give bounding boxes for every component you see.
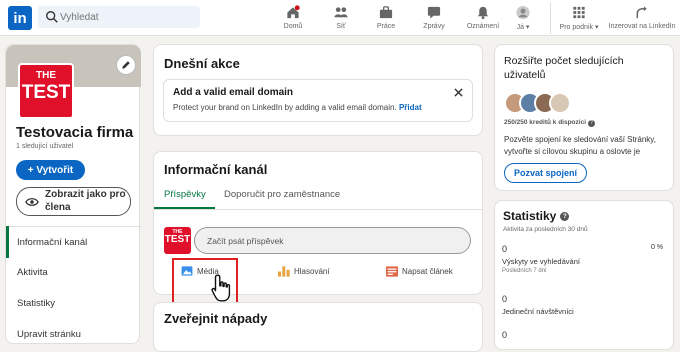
nav-label-network: Síť	[336, 23, 346, 30]
tab-posts[interactable]: Příspěvky	[164, 189, 206, 200]
top-navigation-bar: in Domů Síť Práce Zprávy Oznámení Já ▾ P…	[0, 0, 680, 36]
company-logo-text-top: THE	[36, 70, 56, 81]
tabs-divider	[154, 209, 482, 210]
messages-icon	[427, 6, 441, 19]
statistics-period: Aktivita za posledních 30 dnů	[503, 226, 588, 233]
nav-label-jobs: Práce	[376, 23, 396, 30]
credits-count: 250/250 kreditů k dispozici	[504, 119, 587, 126]
search-input[interactable]	[60, 6, 196, 28]
sidebar-item-feed[interactable]: Informační kanál	[17, 237, 87, 248]
close-icon[interactable]	[454, 88, 463, 97]
nav-label-for-business: Pro podnik ▾	[559, 24, 599, 31]
nav-label-me: Já ▾	[516, 24, 530, 31]
nav-me[interactable]: Já ▾	[512, 0, 534, 36]
sidebar-item-edit-page[interactable]: Upravit stránku	[17, 329, 81, 340]
edit-page-button[interactable]	[116, 55, 136, 75]
company-name: Testovacia firma	[16, 124, 134, 141]
credits-info: 250/250 kreditů k dispozici ?	[504, 119, 595, 127]
search-appearances-period: Posledních 7 dní	[502, 268, 547, 274]
linkedin-logo[interactable]: in	[8, 6, 32, 30]
unique-visitors-label[interactable]: Jedineční návštěvníci	[502, 307, 574, 316]
unique-visitors-value: 0	[502, 294, 508, 304]
suggested-avatar	[549, 92, 571, 114]
email-domain-notice: Add a valid email domain Protect your br…	[163, 79, 473, 122]
sidebar-item-analytics[interactable]: Statistiky	[17, 298, 55, 309]
help-icon[interactable]: ?	[560, 211, 570, 221]
company-sidebar: THE TEST Testovacia firma 1 sledující už…	[5, 44, 141, 344]
view-as-member-label-2: člena	[45, 201, 71, 213]
nav-jobs[interactable]: Práce	[372, 0, 400, 36]
notice-title: Add a valid email domain	[173, 87, 294, 98]
search-box[interactable]	[38, 6, 200, 28]
network-icon	[334, 7, 348, 18]
search-icon	[46, 11, 58, 23]
nav-advertise[interactable]: Inzerovat na LinkedIn	[606, 0, 678, 36]
grow-description-line-2: vytvořte si cílovou skupinu a oslovte je	[504, 146, 641, 156]
search-appearances-change: 0 %	[651, 244, 664, 251]
grow-followers-card: Rozšiřte počet sledujících uživatelů 250…	[494, 44, 674, 191]
search-appearances-value: 0	[502, 244, 508, 254]
post-ideas-card: Zveřejnit nápady	[153, 302, 483, 352]
create-poll-button[interactable]: Hlasování	[278, 266, 330, 277]
follower-count: 1 sledující uživatel	[16, 143, 74, 150]
nav-label-home: Domů	[283, 23, 303, 30]
nav-label-advertise: Inzerovat na LinkedIn	[608, 23, 676, 30]
statistics-heading: Statistiky ?	[503, 209, 570, 223]
start-post-input[interactable]: Začít psát příspěvek	[194, 227, 471, 254]
article-icon	[386, 266, 398, 277]
nav-network[interactable]: Síť	[329, 0, 353, 36]
grow-title-line-2: uživatelů	[504, 69, 546, 82]
company-logo-text-bottom: TEST	[21, 82, 71, 103]
statistics-title: Statistiky	[503, 209, 557, 223]
statistics-card: Statistiky ? Aktivita za posledních 30 d…	[494, 200, 674, 350]
active-tab-underline	[154, 207, 215, 209]
notice-text: Protect your brand on LinkedIn by adding…	[173, 103, 422, 112]
nav-separator	[550, 2, 551, 34]
poll-label: Hlasování	[294, 267, 330, 276]
todays-actions-title: Dnešní akce	[164, 56, 240, 71]
home-icon	[287, 5, 300, 19]
grow-title-line-1: Rozšiřte počet sledujících	[504, 55, 624, 67]
bell-icon	[477, 6, 489, 20]
search-appearances-label[interactable]: Výskyty ve vyhledávání	[502, 257, 580, 266]
grid-icon	[573, 6, 585, 19]
view-as-member-label-1: Zobrazit jako pro	[45, 189, 126, 200]
nav-label-messaging: Zprávy	[423, 23, 445, 30]
article-label: Napsat článek	[402, 267, 453, 276]
grow-description: Pozvěte spojení ke sledování vaší Stránk…	[504, 134, 656, 157]
company-logo[interactable]: THE TEST	[18, 63, 74, 119]
active-item-indicator	[6, 226, 9, 258]
third-metric-value: 0	[502, 330, 508, 340]
notice-add-link[interactable]: Přidat	[399, 103, 422, 112]
advertise-icon	[636, 6, 647, 19]
poll-icon	[278, 266, 290, 277]
hand-cursor-icon	[211, 274, 231, 302]
view-as-member-button[interactable]: Zobrazit jako pro člena	[16, 187, 131, 216]
composer-company-logo: THE TEST	[164, 227, 191, 254]
nav-label-notifications: Oznámení	[466, 23, 500, 30]
nav-home[interactable]: Domů	[279, 0, 307, 36]
tab-recommend-to-employees[interactable]: Doporučit pro zaměstnance	[224, 189, 340, 200]
start-post-placeholder: Začít psát příspěvek	[207, 236, 284, 246]
briefcase-icon	[379, 6, 393, 19]
eye-icon	[25, 197, 39, 206]
create-button[interactable]: + Vytvořit	[16, 160, 85, 180]
pencil-icon	[122, 61, 130, 69]
nav-messaging[interactable]: Zprávy	[420, 0, 448, 36]
nav-for-business[interactable]: Pro podnik ▾	[556, 0, 602, 36]
sidebar-item-activity[interactable]: Aktivita	[17, 267, 48, 278]
info-icon: ?	[587, 120, 595, 127]
nav-notifications[interactable]: Oznámení	[465, 0, 501, 36]
invite-connections-button[interactable]: Pozvat spojení	[504, 163, 587, 183]
grow-description-line-1: Pozvěte spojení ke sledování vaší Stránk…	[504, 135, 656, 144]
grow-followers-title: Rozšiřte počet sledujících uživatelů	[504, 54, 624, 82]
post-ideas-title: Zveřejnit nápady	[164, 311, 268, 326]
feed-title: Informační kanál	[164, 162, 268, 177]
composer-logo-text-bottom: TEST	[164, 234, 191, 245]
write-article-button[interactable]: Napsat článek	[386, 266, 453, 277]
avatar-icon	[516, 5, 530, 20]
sidebar-divider	[6, 226, 141, 227]
